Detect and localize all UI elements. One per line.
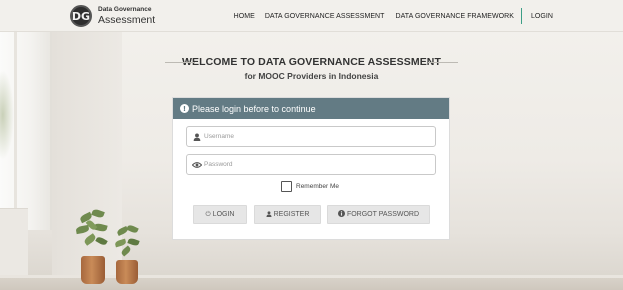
nav-data-governance-assessment[interactable]: DATA GOVERNANCE ASSESSMENT (265, 13, 385, 20)
remember-me-label: Remember Me (296, 183, 339, 190)
login-panel: ! Please login before to continue Rememb… (172, 97, 450, 240)
plant-pot (116, 260, 138, 284)
logo-title-line1: Data Governance (98, 6, 152, 13)
plant-leaves (111, 222, 143, 262)
plant-small (111, 222, 143, 284)
eye-icon[interactable] (190, 161, 204, 169)
background-tree (0, 70, 14, 160)
password-input[interactable] (204, 155, 424, 174)
remember-me-checkbox[interactable] (281, 181, 292, 192)
password-field[interactable] (186, 154, 436, 175)
user-icon (190, 132, 204, 141)
navbar: DG Data Governance Assessment HOME DATA … (0, 0, 623, 32)
page-subtitle: for MOOC Providers in Indonesia (244, 71, 379, 81)
nav-login[interactable]: LOGIN (531, 13, 553, 20)
heading-rule-right (428, 62, 458, 63)
nav-data-governance-framework[interactable]: DATA GOVERNANCE FRAMEWORK (396, 13, 514, 20)
power-icon: ⏻ (205, 210, 211, 218)
welcome-heading: WELCOME TO DATA GOVERNANCE ASSESSMENT fo… (0, 56, 623, 81)
info-circle-icon (337, 210, 345, 219)
login-notice: ! Please login before to continue (173, 98, 449, 119)
nav-home[interactable]: HOME (234, 13, 255, 20)
username-field[interactable] (186, 126, 436, 147)
logo-text: Data Governance Assessment (98, 6, 156, 26)
forgot-password-button-label: FORGOT PASSWORD (346, 211, 420, 218)
plant-large (74, 208, 112, 284)
user-icon (266, 210, 272, 219)
login-button-label: LOGIN (212, 211, 235, 218)
forgot-password-button[interactable]: FORGOT PASSWORD (327, 205, 430, 224)
remember-me[interactable]: Remember Me (281, 181, 339, 192)
plant-pot (81, 256, 105, 284)
plant-leaves (74, 208, 112, 260)
register-button-label: REGISTER (273, 211, 310, 218)
username-input[interactable] (204, 127, 424, 146)
logo-title-line2: Assessment (98, 13, 156, 26)
register-button[interactable]: REGISTER (254, 205, 321, 224)
nav-separator (520, 8, 522, 24)
logo-emblem-icon: DG (70, 5, 92, 27)
background-cabinet (0, 208, 28, 278)
heading-rule-left (165, 62, 195, 63)
login-button[interactable]: ⏻ LOGIN (193, 205, 247, 224)
main-nav: HOME DATA GOVERNANCE ASSESSMENT DATA GOV… (234, 0, 623, 32)
site-logo[interactable]: DG Data Governance Assessment (70, 5, 155, 27)
page-title: WELCOME TO DATA GOVERNANCE ASSESSMENT (181, 56, 442, 68)
info-icon: ! (180, 104, 189, 113)
login-notice-text: Please login before to continue (192, 103, 316, 114)
